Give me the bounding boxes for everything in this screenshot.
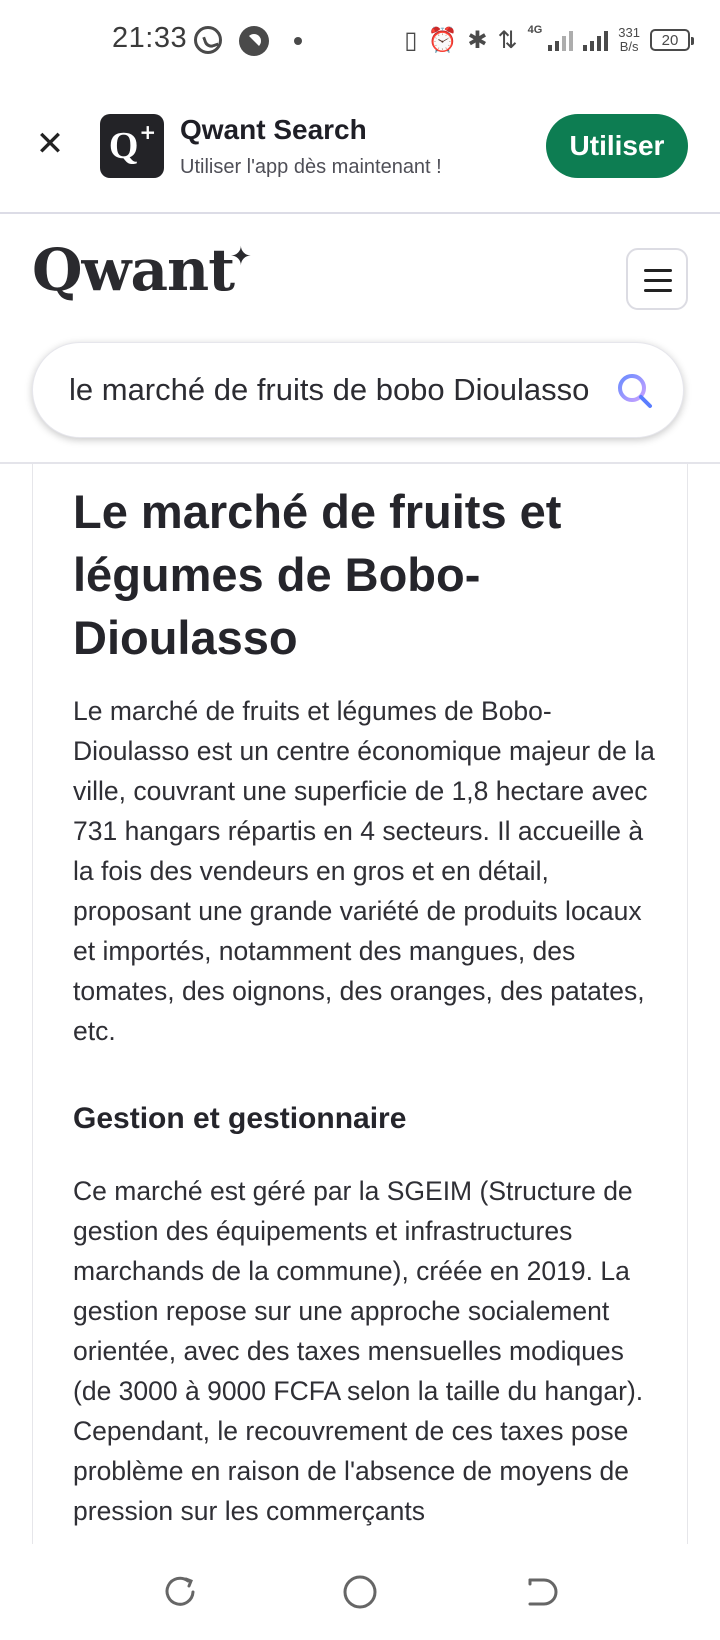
battery-icon: 20: [650, 29, 694, 51]
article-title: Le marché de fruits et légumes de Bobo-D…: [73, 485, 562, 664]
menu-icon-line: [644, 289, 672, 292]
status-bar: 21:33 ▯ ⏰ ✱ ⇅ 4G 331 B/s 20: [0, 0, 720, 82]
qwant-app-icon: Q +: [100, 114, 164, 178]
data-arrows-icon: ⇅: [497, 26, 518, 54]
article-paragraph: Le marché de fruits et légumes de Bobo-D…: [73, 696, 655, 1046]
search-icon[interactable]: [615, 371, 655, 411]
app-subtitle: Utiliser l'app dès maintenant !: [180, 156, 442, 178]
close-icon[interactable]: ✕: [30, 124, 70, 164]
signal-icon: [548, 29, 574, 51]
signal-icon-2: [583, 29, 609, 51]
menu-button[interactable]: [626, 248, 688, 310]
recent-apps-icon[interactable]: [160, 1572, 200, 1612]
network-speed: 331 B/s: [618, 25, 640, 54]
search-query[interactable]: le marché de fruits de bobo Dioulasso: [69, 372, 619, 408]
home-icon[interactable]: [340, 1572, 380, 1612]
back-icon[interactable]: [520, 1572, 560, 1612]
system-nav-bar: [0, 1544, 720, 1640]
bluetooth-icon: ✱: [467, 26, 488, 54]
app-install-banner: ✕ Q + Qwant Search Utiliser l'app dès mai…: [0, 82, 720, 214]
qwant-logo[interactable]: Qwant: [32, 236, 235, 304]
notification-icon: [239, 26, 269, 56]
site-header: Qwant ✦ le marché de fruits de bobo Diou…: [0, 214, 720, 464]
more-notifications-dot: [294, 37, 302, 45]
search-input[interactable]: le marché de fruits de bobo Dioulasso: [32, 342, 684, 438]
status-icons: ▯ ⏰ ✱ ⇅ 4G 331 B/s 20: [404, 20, 694, 60]
app-name: Qwant Search: [180, 114, 367, 145]
article-paragraph: Ce marché est géré par la SGEIM (Structu…: [73, 1176, 644, 1526]
page-margin: [0, 464, 32, 1544]
ai-answer-card: Le marché de fruits et légumes de Bobo-D…: [32, 464, 688, 1544]
whatsapp-icon: [194, 26, 222, 54]
logo-star-icon: ✦: [230, 242, 252, 272]
use-app-button[interactable]: Utiliser: [546, 114, 688, 178]
menu-icon-line: [644, 279, 672, 282]
alarm-icon: ⏰: [427, 26, 458, 54]
network-type: 4G: [527, 24, 543, 36]
section-heading: Gestion et gestionnaire: [73, 1102, 407, 1135]
menu-icon-line: [644, 269, 672, 272]
status-time: 21:33: [112, 22, 188, 54]
vibrate-icon: ▯: [404, 26, 418, 54]
